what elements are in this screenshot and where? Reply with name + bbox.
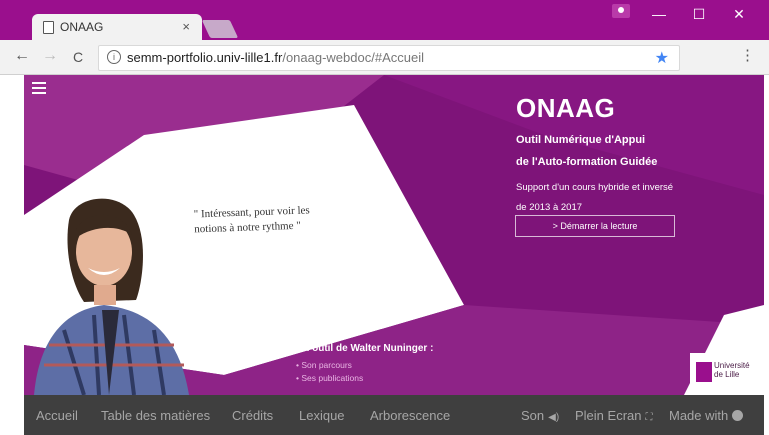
info-icon[interactable]: i [107,50,121,64]
hero-brand: ONAAG Outil Numérique d'Appui de l'Auto-… [516,93,686,218]
tab-close-icon[interactable]: × [182,19,190,34]
made-with-logo-icon [732,410,744,421]
forward-icon[interactable]: → [40,47,60,65]
fullscreen-icon: ⛶ [645,412,653,423]
universite-lille-logo[interactable]: Université de Lille [690,353,760,391]
nav-table-des-matieres[interactable]: Table des matières [101,408,210,423]
reload-icon[interactable]: C [68,49,88,65]
fullscreen-label: Plein Ecran [575,408,642,423]
close-window-button[interactable]: ✕ [724,6,754,23]
author-link-publications[interactable]: • Ses publications [296,373,433,383]
new-tab-button[interactable] [201,20,239,38]
fullscreen-toggle[interactable]: Plein Ecran ⛶ [575,408,652,423]
maximize-button[interactable]: ☐ [684,6,714,23]
speaker-icon: ◀) [548,412,560,423]
url-host: semm-portfolio.univ-lille1.fr [127,50,283,65]
nav-arborescence[interactable]: Arborescence [370,408,450,423]
hamburger-menu-icon[interactable] [32,82,46,97]
nav-credits[interactable]: Crédits [232,408,273,423]
url-path: /onaag-webdoc/#Accueil [282,50,424,65]
logo-mark-icon [696,362,712,382]
webdoc-page: " Intéressant, pour voir les notions à n… [24,75,764,395]
author-link-parcours[interactable]: • Son parcours [296,360,433,370]
back-icon[interactable]: ← [12,47,32,65]
tab-title: ONAAG [60,20,104,34]
hero-title: ONAAG [516,93,616,123]
start-reading-button[interactable]: > Démarrer la lecture [515,215,675,237]
user-profile-icon[interactable] [612,4,630,18]
browser-toolbar: ← → C i semm-portfolio.univ-lille1.fr/on… [0,40,769,75]
hero-subtitle-2: de l'Auto-formation Guidée [516,156,658,168]
nav-accueil[interactable]: Accueil [36,408,78,423]
nav-lexique[interactable]: Lexique [299,408,345,423]
minimize-button[interactable]: — [644,6,674,22]
bookmark-star-icon[interactable]: ★ [655,48,669,68]
address-bar[interactable]: i semm-portfolio.univ-lille1.fr/onaag-we… [98,45,680,71]
bottom-nav-bar: Accueil Table des matières Crédits Lexiq… [24,395,764,435]
made-with-label: Made with [669,408,729,423]
browser-tab[interactable]: ONAAG × [32,14,202,40]
url-text[interactable]: semm-portfolio.univ-lille1.fr/onaag-webd… [127,50,424,65]
sound-label: Son [521,408,545,423]
page-icon [43,21,54,34]
author-block: Un outil de Walter Nuninger : • Son parc… [296,343,433,383]
browser-titlebar: ONAAG × — ☐ ✕ [0,0,769,40]
logo-text: Université de Lille [714,361,750,379]
student-photo [34,198,189,395]
made-with-link[interactable]: Made with [669,408,744,423]
sound-toggle[interactable]: Son ◀) [521,408,559,423]
hero-description: Support d'un cours hybride et inversé de… [516,182,674,213]
browser-menu-icon[interactable]: ⋮ [740,46,755,64]
hero-subtitle-1: Outil Numérique d'Appui [516,134,646,146]
author-heading: Un outil de Walter Nuninger : [296,343,434,354]
